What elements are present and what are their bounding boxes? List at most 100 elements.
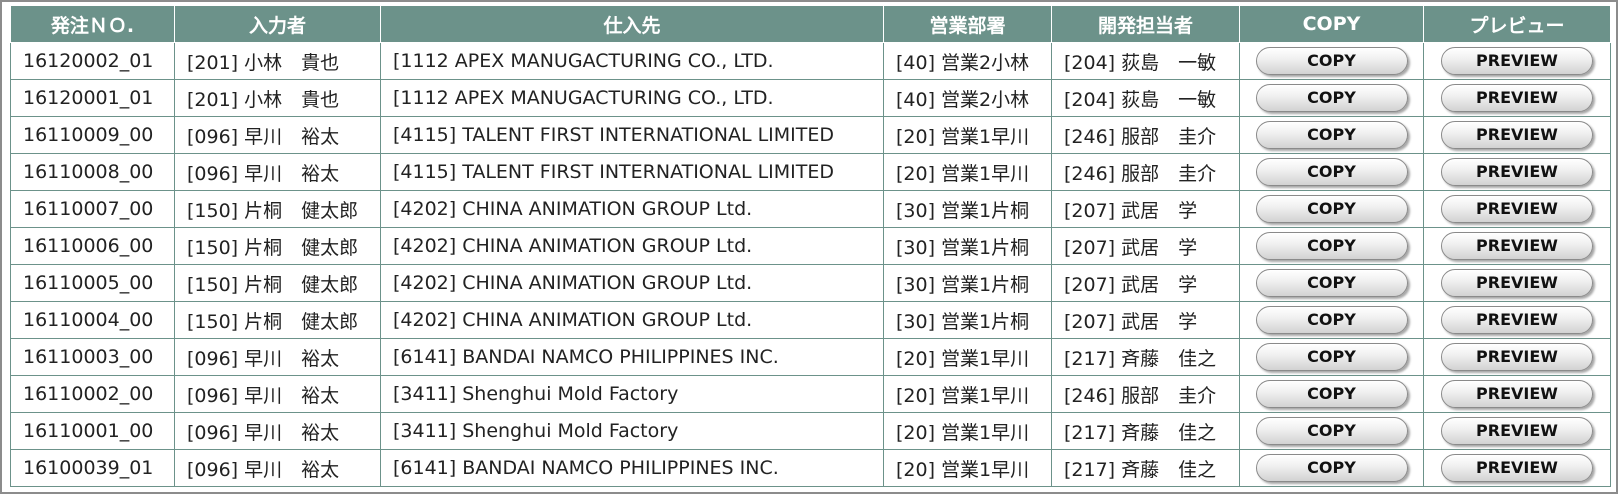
developer-cell: [207] 武居 学 bbox=[1051, 264, 1240, 302]
copy-button[interactable]: COPY bbox=[1255, 417, 1408, 445]
copy-button[interactable]: COPY bbox=[1255, 343, 1408, 371]
sales-dept-cell: [40] 営業2小林 bbox=[883, 79, 1052, 117]
copy-button[interactable]: COPY bbox=[1255, 158, 1408, 186]
sales-dept-cell: [20] 営業1早川 bbox=[883, 375, 1052, 413]
preview-button[interactable]: PREVIEW bbox=[1441, 84, 1593, 112]
preview-button-cell: PREVIEW bbox=[1423, 116, 1611, 154]
entered-by-cell: [150] 片桐 健太郎 bbox=[174, 301, 381, 339]
entered-by-cell: [096] 早川 裕太 bbox=[174, 375, 381, 413]
copy-button[interactable]: COPY bbox=[1255, 269, 1408, 297]
developer-cell: [217] 斉藤 佳之 bbox=[1051, 449, 1240, 487]
copy-button-cell: COPY bbox=[1239, 412, 1424, 450]
sales-dept-cell: [20] 営業1早川 bbox=[883, 412, 1052, 450]
copy-button-cell: COPY bbox=[1239, 227, 1424, 265]
copy-button-cell: COPY bbox=[1239, 375, 1424, 413]
order-no-cell: 16110005_00 bbox=[10, 264, 175, 302]
entered-by-cell: [150] 片桐 健太郎 bbox=[174, 227, 381, 265]
entered-by-cell: [096] 早川 裕太 bbox=[174, 116, 381, 154]
developer-cell: [246] 服部 圭介 bbox=[1051, 375, 1240, 413]
copy-button[interactable]: COPY bbox=[1255, 454, 1408, 482]
supplier-cell: [6141] BANDAI NAMCO PHILIPPINES INC. bbox=[380, 449, 884, 487]
preview-button[interactable]: PREVIEW bbox=[1441, 195, 1593, 223]
entered-by-cell: [096] 早川 裕太 bbox=[174, 153, 381, 191]
order-no-cell: 16110008_00 bbox=[10, 153, 175, 191]
developer-cell: [246] 服部 圭介 bbox=[1051, 116, 1240, 154]
preview-button-cell: PREVIEW bbox=[1423, 190, 1611, 228]
copy-button-cell: COPY bbox=[1239, 449, 1424, 487]
order-table: 発注ＮＯ. 入力者 仕入先 営業部署 開発担当者 COPY プレビュー 1612… bbox=[10, 6, 1611, 487]
order-no-cell: 16110003_00 bbox=[10, 338, 175, 376]
supplier-cell: [6141] BANDAI NAMCO PHILIPPINES INC. bbox=[380, 338, 884, 376]
preview-button[interactable]: PREVIEW bbox=[1441, 269, 1593, 297]
sales-dept-cell: [20] 営業1早川 bbox=[883, 338, 1052, 376]
developer-cell: [246] 服部 圭介 bbox=[1051, 153, 1240, 191]
supplier-cell: [4202] CHINA ANIMATION GROUP Ltd. bbox=[380, 264, 884, 302]
supplier-cell: [4202] CHINA ANIMATION GROUP Ltd. bbox=[380, 190, 884, 228]
copy-button[interactable]: COPY bbox=[1255, 306, 1408, 334]
preview-button[interactable]: PREVIEW bbox=[1441, 158, 1593, 186]
order-no-cell: 16120001_01 bbox=[10, 79, 175, 117]
entered-by-cell: [096] 早川 裕太 bbox=[174, 338, 381, 376]
table-row: 16120002_01 [201] 小林 貴也 [1112 APEX MANUGAC… bbox=[10, 42, 1611, 80]
preview-button[interactable]: PREVIEW bbox=[1441, 454, 1593, 482]
table-row: 16110009_00 [096] 早川 裕太 [4115] TALENT FIRS… bbox=[10, 116, 1611, 154]
table-row: 16110008_00 [096] 早川 裕太 [4115] TALENT FIRS… bbox=[10, 153, 1611, 191]
entered-by-cell: [201] 小林 貴也 bbox=[174, 79, 381, 117]
table-row: 16110004_00 [150] 片桐 健太郎 [4202] CHINA ANIM… bbox=[10, 301, 1611, 339]
supplier-cell: [4115] TALENT FIRST INTERNATIONAL LIMITE… bbox=[380, 153, 884, 191]
copy-button[interactable]: COPY bbox=[1255, 195, 1408, 223]
table-row: 16110005_00 [150] 片桐 健太郎 [4202] CHINA ANIM… bbox=[10, 264, 1611, 302]
sales-dept-cell: [20] 営業1早川 bbox=[883, 116, 1052, 154]
preview-button[interactable]: PREVIEW bbox=[1441, 417, 1593, 445]
column-header-entered-by: 入力者 bbox=[174, 6, 381, 43]
preview-button-cell: PREVIEW bbox=[1423, 301, 1611, 339]
preview-button[interactable]: PREVIEW bbox=[1441, 306, 1593, 334]
sales-dept-cell: [30] 営業1片桐 bbox=[883, 227, 1052, 265]
table-header-row: 発注ＮＯ. 入力者 仕入先 営業部署 開発担当者 COPY プレビュー bbox=[10, 6, 1611, 43]
order-no-cell: 16100039_01 bbox=[10, 449, 175, 487]
copy-button[interactable]: COPY bbox=[1255, 380, 1408, 408]
developer-cell: [217] 斉藤 佳之 bbox=[1051, 338, 1240, 376]
preview-button-cell: PREVIEW bbox=[1423, 264, 1611, 302]
sales-dept-cell: [30] 営業1片桐 bbox=[883, 190, 1052, 228]
preview-button[interactable]: PREVIEW bbox=[1441, 343, 1593, 371]
preview-button[interactable]: PREVIEW bbox=[1441, 121, 1593, 149]
copy-button-cell: COPY bbox=[1239, 79, 1424, 117]
supplier-cell: [1112 APEX MANUGACTURING CO., LTD. bbox=[380, 79, 884, 117]
order-no-cell: 16110007_00 bbox=[10, 190, 175, 228]
preview-button-cell: PREVIEW bbox=[1423, 338, 1611, 376]
order-no-cell: 16110006_00 bbox=[10, 227, 175, 265]
copy-button-cell: COPY bbox=[1239, 264, 1424, 302]
preview-button-cell: PREVIEW bbox=[1423, 79, 1611, 117]
sales-dept-cell: [30] 営業1片桐 bbox=[883, 264, 1052, 302]
column-header-copy: COPY bbox=[1239, 6, 1424, 43]
supplier-cell: [3411] Shenghui Mold Factory bbox=[380, 412, 884, 450]
sales-dept-cell: [20] 営業1早川 bbox=[883, 153, 1052, 191]
sales-dept-cell: [20] 営業1早川 bbox=[883, 449, 1052, 487]
column-header-preview: プレビュー bbox=[1423, 6, 1611, 43]
supplier-cell: [4202] CHINA ANIMATION GROUP Ltd. bbox=[380, 301, 884, 339]
preview-button[interactable]: PREVIEW bbox=[1441, 47, 1593, 75]
copy-button[interactable]: COPY bbox=[1255, 121, 1408, 149]
preview-button-cell: PREVIEW bbox=[1423, 227, 1611, 265]
sales-dept-cell: [30] 営業1片桐 bbox=[883, 301, 1052, 339]
copy-button-cell: COPY bbox=[1239, 153, 1424, 191]
supplier-cell: [1112 APEX MANUGACTURING CO., LTD. bbox=[380, 42, 884, 80]
preview-button-cell: PREVIEW bbox=[1423, 375, 1611, 413]
sales-dept-cell: [40] 営業2小林 bbox=[883, 42, 1052, 80]
table-row: 16110002_00 [096] 早川 裕太 [3411] Shenghui Mo… bbox=[10, 375, 1611, 413]
table-row: 16110003_00 [096] 早川 裕太 [6141] BANDAI NAMC… bbox=[10, 338, 1611, 376]
order-list-panel: 発注ＮＯ. 入力者 仕入先 営業部署 開発担当者 COPY プレビュー 1612… bbox=[0, 0, 1618, 494]
preview-button[interactable]: PREVIEW bbox=[1441, 380, 1593, 408]
entered-by-cell: [096] 早川 裕太 bbox=[174, 449, 381, 487]
developer-cell: [204] 荻島 一敏 bbox=[1051, 42, 1240, 80]
order-rows: 16120002_01 [201] 小林 貴也 [1112 APEX MANUGAC… bbox=[10, 42, 1611, 487]
table-row: 16110007_00 [150] 片桐 健太郎 [4202] CHINA ANIM… bbox=[10, 190, 1611, 228]
supplier-cell: [4202] CHINA ANIMATION GROUP Ltd. bbox=[380, 227, 884, 265]
preview-button-cell: PREVIEW bbox=[1423, 412, 1611, 450]
preview-button[interactable]: PREVIEW bbox=[1441, 232, 1593, 260]
copy-button[interactable]: COPY bbox=[1255, 232, 1408, 260]
copy-button[interactable]: COPY bbox=[1255, 84, 1408, 112]
copy-button[interactable]: COPY bbox=[1255, 47, 1408, 75]
copy-button-cell: COPY bbox=[1239, 190, 1424, 228]
